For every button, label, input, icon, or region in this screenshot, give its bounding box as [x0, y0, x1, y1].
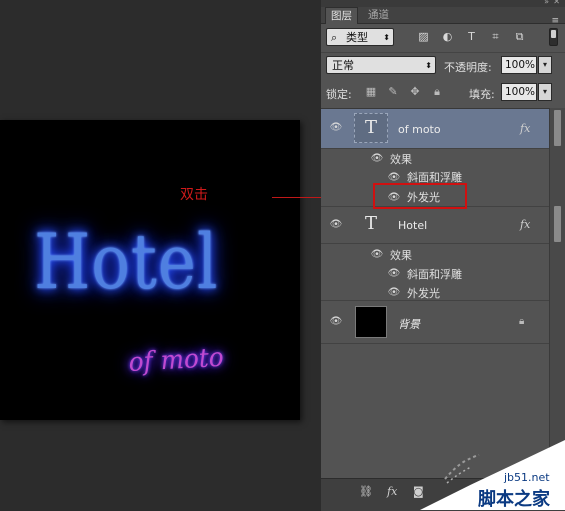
visibility-eye-icon[interactable]: 👁︎ [329, 123, 343, 133]
layer-name[interactable]: of moto [398, 123, 441, 136]
layers-panel: » ✕ 图层 通道 ≡ ⌕ 类型 ⬍ ▨ ◐ T ⌗ ⧉ 正常 ⬍ 不透明度: … [321, 0, 565, 511]
panel-title-bar: » ✕ [321, 0, 565, 7]
add-mask-icon[interactable]: ◙ [413, 485, 424, 498]
effect-outer-glow[interactable]: 外发光 [407, 285, 440, 301]
pixel-layer-filter-icon[interactable]: ▨ [417, 30, 430, 43]
visibility-eye-icon[interactable]: 👁︎ [370, 250, 384, 260]
lock-label: 锁定: [326, 88, 352, 101]
tab-channels[interactable]: 通道 [363, 7, 394, 23]
tab-layers[interactable]: 图层 [325, 7, 358, 24]
scroll-thumb[interactable] [554, 110, 561, 146]
visibility-eye-icon[interactable]: 👁︎ [329, 220, 343, 230]
layer-name[interactable]: Hotel [398, 219, 427, 232]
text-layer-thumbnail: T [354, 113, 388, 143]
type-layer-filter-icon[interactable]: T [465, 30, 478, 43]
opacity-input[interactable]: 100% [501, 56, 537, 74]
document-workspace: Hotel of moto [0, 0, 321, 510]
filter-toggle[interactable] [549, 28, 558, 46]
layers-list: 👁︎ T of moto fx 👁︎ 效果 👁︎ 斜面和浮雕 👁︎ 外发光 👁︎… [321, 108, 565, 479]
shape-layer-filter-icon[interactable]: ⌗ [489, 30, 502, 43]
visibility-eye-icon[interactable]: 👁︎ [370, 154, 384, 164]
search-icon: ⌕ [331, 31, 338, 44]
close-panel-icon[interactable]: ✕ [553, 0, 560, 6]
blend-mode-value: 正常 [332, 59, 354, 72]
adjustment-layer-filter-icon[interactable]: ◐ [441, 30, 454, 43]
lock-all-icon[interactable]: 🔒︎ [431, 86, 443, 98]
select-arrows-icon: ⬍ [383, 33, 390, 42]
fill-label: 填充: [469, 88, 495, 101]
lock-fill-row: 锁定: ▦ ✎ ✥ 🔒︎ 填充: 100% ▾ [321, 80, 565, 104]
blend-opacity-row: 正常 ⬍ 不透明度: 100% ▾ [321, 52, 565, 77]
fill-input[interactable]: 100% [501, 83, 537, 101]
layer-filter-row: ⌕ 类型 ⬍ ▨ ◐ T ⌗ ⧉ [321, 24, 565, 50]
smart-object-filter-icon[interactable]: ⧉ [513, 30, 526, 43]
lock-position-icon[interactable]: ✥ [409, 86, 421, 98]
effects-group-hotel: 👁︎ 效果 👁︎ 斜面和浮雕 👁︎ 外发光 [321, 244, 549, 301]
lock-transparent-icon[interactable]: ▦ [365, 86, 377, 98]
fx-icon[interactable]: fx [520, 122, 530, 135]
canvas-hotel-text: Hotel [34, 217, 219, 306]
filter-kind-select[interactable]: ⌕ 类型 ⬍ [326, 28, 394, 46]
canvas-of-moto-text: of moto [128, 342, 225, 378]
visibility-eye-icon[interactable]: 👁︎ [387, 269, 401, 279]
opacity-dropdown-icon[interactable]: ▾ [538, 56, 552, 74]
panel-tabs: 图层 通道 ≡ [321, 7, 565, 26]
effects-label[interactable]: 效果 [390, 247, 412, 263]
add-layer-style-icon[interactable]: fx [387, 485, 397, 498]
background-layer-thumbnail [355, 306, 387, 338]
effects-label[interactable]: 效果 [390, 151, 412, 167]
layer-name[interactable]: 背景 [398, 316, 420, 332]
fx-icon[interactable]: fx [520, 218, 530, 231]
visibility-eye-icon[interactable]: 👁︎ [387, 288, 401, 298]
annotation-double-click: 双击 [180, 187, 208, 203]
fill-dropdown-icon[interactable]: ▾ [538, 83, 552, 101]
layer-lock-icon: 🔒︎ [519, 316, 525, 327]
effect-bevel-emboss[interactable]: 斜面和浮雕 [407, 266, 462, 282]
layer-row-of-moto[interactable]: 👁︎ T of moto fx [321, 109, 549, 149]
text-layer-thumbnail: T [364, 213, 377, 234]
layers-scrollbar[interactable] [549, 108, 565, 478]
watermark-logo [444, 454, 480, 484]
layer-row-background[interactable]: 👁︎ 背景 🔒︎ [321, 300, 549, 344]
watermark-site-name: 脚本之家 [478, 489, 550, 510]
visibility-eye-icon[interactable]: 👁︎ [329, 317, 343, 327]
layer-row-hotel[interactable]: 👁︎ T Hotel fx [321, 206, 549, 244]
lock-image-pixels-icon[interactable]: ✎ [387, 86, 399, 98]
scroll-thumb[interactable] [554, 206, 561, 242]
collapse-icon[interactable]: » [544, 0, 549, 6]
select-arrows-icon: ⬍ [425, 61, 432, 70]
visibility-eye-icon[interactable]: 👁︎ [387, 173, 401, 183]
blend-mode-select[interactable]: 正常 ⬍ [326, 56, 436, 74]
link-layers-icon[interactable]: ⛓︎ [359, 485, 373, 498]
watermark-url: jb51.net [504, 471, 550, 484]
opacity-label: 不透明度: [444, 61, 492, 74]
document-canvas[interactable]: Hotel of moto [0, 120, 300, 420]
filter-kind-label: 类型 [346, 31, 368, 44]
